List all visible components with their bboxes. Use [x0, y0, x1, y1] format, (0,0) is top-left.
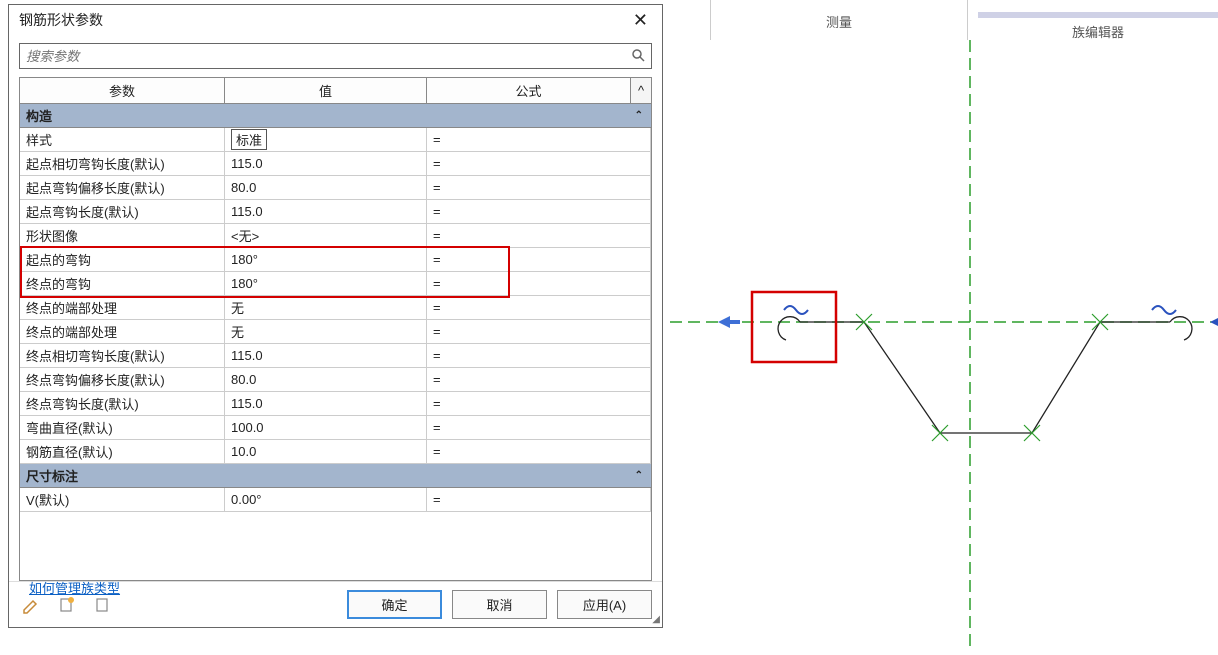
param-name: 形状图像	[20, 224, 225, 247]
param-value[interactable]: 115.0	[225, 344, 427, 367]
param-row[interactable]: 起点的弯钩180°=	[20, 248, 651, 272]
param-row[interactable]: 形状图像<无>=	[20, 224, 651, 248]
param-row[interactable]: 终点相切弯钩长度(默认)115.0=	[20, 344, 651, 368]
param-value[interactable]: 115.0	[225, 152, 427, 175]
param-row[interactable]: 起点弯钩偏移长度(默认)80.0=	[20, 176, 651, 200]
param-name: V(默认)	[20, 488, 225, 511]
param-name: 弯曲直径(默认)	[20, 416, 225, 439]
param-value[interactable]: 180°	[225, 272, 427, 295]
param-value[interactable]: 115.0	[225, 200, 427, 223]
rebar-shape-params-dialog: 钢筋形状参数 ✕ 参数 值 公式 ^ 构造⌃样式标准=起点相切弯钩长度(默认)1…	[8, 4, 663, 628]
search-bar	[19, 43, 652, 69]
param-name: 终点弯钩偏移长度(默认)	[20, 368, 225, 391]
param-row[interactable]: 钢筋直径(默认)10.0=	[20, 440, 651, 464]
param-formula[interactable]: =	[427, 368, 651, 391]
param-name: 终点弯钩长度(默认)	[20, 392, 225, 415]
dialog-footer: 如何管理族类型 确定 取消 应用(A) ◢	[9, 581, 662, 627]
ribbon-measure[interactable]: 测量	[721, 0, 957, 40]
param-row[interactable]: 起点弯钩长度(默认)115.0=	[20, 200, 651, 224]
param-name: 起点弯钩偏移长度(默认)	[20, 176, 225, 199]
param-name: 起点的弯钩	[20, 248, 225, 271]
section-header[interactable]: 尺寸标注⌃	[20, 464, 651, 488]
param-value[interactable]: 无	[225, 296, 427, 319]
dialog-buttons: 确定 取消 应用(A)	[347, 590, 652, 619]
param-name: 终点的弯钩	[20, 272, 225, 295]
param-row[interactable]: 弯曲直径(默认)100.0=	[20, 416, 651, 440]
param-formula[interactable]: =	[427, 248, 651, 271]
grid-body[interactable]: 构造⌃样式标准=起点相切弯钩长度(默认)115.0=起点弯钩偏移长度(默认)80…	[20, 104, 651, 580]
param-formula[interactable]: =	[427, 224, 651, 247]
resize-grip[interactable]: ◢	[652, 614, 660, 625]
ribbon-separator	[710, 0, 711, 40]
param-row[interactable]: 终点的端部处理无=	[20, 296, 651, 320]
dialog-title: 钢筋形状参数	[19, 10, 103, 30]
param-value[interactable]: 180°	[225, 248, 427, 271]
param-formula[interactable]: =	[427, 152, 651, 175]
param-row[interactable]: 终点的弯钩180°=	[20, 272, 651, 296]
param-value[interactable]: 115.0	[225, 392, 427, 415]
param-formula[interactable]: =	[427, 440, 651, 463]
param-name: 终点的端部处理	[20, 296, 225, 319]
param-name: 起点弯钩长度(默认)	[20, 200, 225, 223]
param-row[interactable]: 终点弯钩偏移长度(默认)80.0=	[20, 368, 651, 392]
section-header[interactable]: 构造⌃	[20, 104, 651, 128]
search-input[interactable]	[20, 44, 627, 68]
dialog-titlebar: 钢筋形状参数 ✕	[9, 5, 662, 39]
param-value[interactable]: 80.0	[225, 368, 427, 391]
grid-header: 参数 值 公式 ^	[20, 78, 651, 104]
param-row[interactable]: 终点的端部处理无=	[20, 320, 651, 344]
param-name: 起点相切弯钩长度(默认)	[20, 152, 225, 175]
param-name: 钢筋直径(默认)	[20, 440, 225, 463]
ok-button[interactable]: 确定	[347, 590, 442, 619]
close-button[interactable]: ✕	[629, 10, 652, 31]
param-formula[interactable]: =	[427, 200, 651, 223]
param-row[interactable]: V(默认)0.00°=	[20, 488, 651, 512]
param-formula[interactable]: =	[427, 488, 651, 511]
header-formula[interactable]: 公式	[427, 78, 631, 103]
parameters-grid: 参数 值 公式 ^ 构造⌃样式标准=起点相切弯钩长度(默认)115.0=起点弯钩…	[19, 77, 652, 581]
apply-button[interactable]: 应用(A)	[557, 590, 652, 619]
ribbon-separator	[967, 0, 968, 40]
ribbon-family-editor[interactable]: 族编辑器	[978, 0, 1218, 40]
param-formula[interactable]: =	[427, 344, 651, 367]
help-link[interactable]: 如何管理族类型	[29, 578, 120, 597]
param-name: 终点的端部处理	[20, 320, 225, 343]
header-value[interactable]: 值	[225, 78, 427, 103]
param-value[interactable]: <无>	[225, 224, 427, 247]
param-row[interactable]: 终点弯钩长度(默认)115.0=	[20, 392, 651, 416]
cancel-button[interactable]: 取消	[452, 590, 547, 619]
param-formula[interactable]: =	[427, 272, 651, 295]
param-value[interactable]: 无	[225, 320, 427, 343]
ribbon-highlight	[978, 12, 1218, 18]
param-row[interactable]: 起点相切弯钩长度(默认)115.0=	[20, 152, 651, 176]
param-value[interactable]: 标准	[225, 128, 427, 151]
param-formula[interactable]: =	[427, 128, 651, 151]
param-formula[interactable]: =	[427, 392, 651, 415]
param-name: 终点相切弯钩长度(默认)	[20, 344, 225, 367]
param-formula[interactable]: =	[427, 416, 651, 439]
param-row[interactable]: 样式标准=	[20, 128, 651, 152]
param-formula[interactable]: =	[427, 296, 651, 319]
param-value[interactable]: 80.0	[225, 176, 427, 199]
param-formula[interactable]: =	[427, 176, 651, 199]
param-value[interactable]: 10.0	[225, 440, 427, 463]
drawing-canvas[interactable]	[670, 40, 1218, 652]
header-param[interactable]: 参数	[20, 78, 225, 103]
param-name: 样式	[20, 128, 225, 151]
param-value[interactable]: 0.00°	[225, 488, 427, 511]
ribbon: 测量 族编辑器	[700, 0, 1218, 40]
param-formula[interactable]: =	[427, 320, 651, 343]
search-icon[interactable]	[627, 44, 651, 68]
header-scrollbar-spacer: ^	[631, 78, 651, 103]
param-value[interactable]: 100.0	[225, 416, 427, 439]
